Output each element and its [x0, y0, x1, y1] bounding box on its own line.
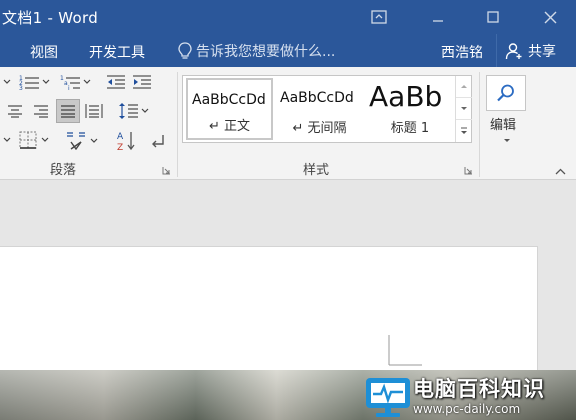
- style-sample: AaBbCcDd: [192, 92, 266, 108]
- paragraph-group-label: 段落: [50, 163, 77, 178]
- sort-az-icon: AZ: [117, 132, 135, 152]
- chinese-layout-icon: [67, 132, 98, 150]
- svg-text:i: i: [68, 85, 70, 90]
- style-sample: AaBbCcDd: [280, 90, 354, 106]
- close-button[interactable]: [528, 0, 572, 34]
- watermark-url: www.pc-daily.com: [413, 402, 521, 416]
- ribbon-display-options-button[interactable]: [357, 0, 401, 34]
- multilevel-list-icon: 1ai: [60, 75, 91, 90]
- share-label: 共享: [528, 43, 556, 60]
- justify-button[interactable]: [56, 99, 80, 123]
- shading-dropdown-arrow[interactable]: [0, 129, 14, 151]
- editing-label: 编辑: [490, 118, 517, 133]
- style-no-spacing[interactable]: AaBbCcDd ↵ 无间隔: [276, 78, 363, 140]
- user-name[interactable]: 西浩铭: [441, 42, 483, 62]
- center-align-button[interactable]: [4, 100, 26, 122]
- align-justify-icon: [61, 105, 75, 118]
- align-center-icon: [8, 105, 22, 118]
- group-divider: [177, 72, 178, 177]
- align-right-icon: [34, 105, 48, 118]
- lightbulb-icon: [178, 42, 192, 59]
- sort-button[interactable]: AZ: [114, 129, 138, 153]
- style-heading-1[interactable]: AaBb 标题 1: [366, 78, 454, 140]
- paragraph-settings-launcher-icon[interactable]: [162, 166, 171, 175]
- styles-scroll-buttons: [455, 76, 472, 142]
- person-add-icon: [505, 42, 522, 59]
- ribbon: 123 1ai AZ 段落 AaBbCcDd ↵ 正文 AaBbCcDd ↵ 无…: [0, 67, 576, 180]
- watermark-brand: 电脑百科知识: [413, 377, 545, 401]
- distributed-button[interactable]: [83, 100, 105, 122]
- distributed-align-icon: [85, 104, 103, 118]
- watermark-text: 电脑百科知识 www.pc-daily.com: [413, 377, 545, 416]
- svg-text:Z: Z: [117, 143, 123, 152]
- style-name: 标题 1: [390, 121, 430, 136]
- svg-text:A: A: [117, 132, 124, 142]
- style-sample: AaBb: [369, 80, 443, 113]
- minimize-button[interactable]: [416, 0, 460, 34]
- styles-group-label: 样式: [303, 163, 330, 178]
- borders-button[interactable]: [17, 129, 53, 151]
- group-divider: [479, 72, 480, 177]
- styles-scroll-down-button[interactable]: [456, 98, 472, 120]
- site-watermark: 电脑百科知识 www.pc-daily.com: [363, 374, 576, 420]
- share-button[interactable]: 共享: [496, 34, 576, 67]
- expand-gallery-icon: [461, 127, 467, 134]
- monitor-logo-icon: [363, 375, 413, 419]
- decrease-indent-icon: [107, 75, 125, 89]
- paragraph-mark-icon: [152, 135, 164, 148]
- tab-view[interactable]: 视图: [30, 42, 58, 62]
- maximize-button[interactable]: [471, 0, 515, 34]
- styles-pane-launcher-icon[interactable]: [464, 166, 473, 175]
- ribbon-display-icon: [371, 10, 387, 24]
- chevron-down-icon: [3, 79, 11, 84]
- maximize-icon: [487, 11, 499, 23]
- styles-scroll-up-button[interactable]: [456, 76, 472, 98]
- align-right-button[interactable]: [30, 100, 52, 122]
- style-name: ↵ 无间隔: [292, 121, 347, 136]
- sort-chinese-layout-button[interactable]: [64, 129, 100, 151]
- style-normal[interactable]: AaBbCcDd ↵ 正文: [186, 78, 273, 140]
- chevron-up-icon: [461, 85, 467, 88]
- line-spacing-button[interactable]: [116, 100, 152, 122]
- chevron-down-icon[interactable]: [503, 138, 511, 143]
- search-icon: [497, 84, 514, 102]
- show-marks-button[interactable]: [146, 129, 170, 153]
- minimize-icon: [433, 20, 443, 22]
- styles-gallery: AaBbCcDd ↵ 正文 AaBbCcDd ↵ 无间隔 AaBb 标题 1: [182, 75, 472, 143]
- increase-indent-button[interactable]: [130, 72, 154, 92]
- close-icon: [544, 11, 556, 23]
- chevron-down-icon: [3, 137, 11, 142]
- chevron-down-icon: [461, 107, 467, 110]
- ribbon-tab-bar: 视图 开发工具 告诉我您想要做什么... 西浩铭: [0, 34, 576, 67]
- editing-button[interactable]: [486, 75, 526, 111]
- tell-me-search[interactable]: 告诉我您想要做什么...: [178, 41, 335, 61]
- style-name: ↵ 正文: [208, 119, 251, 134]
- title-bar: 文档1 - Word: [0, 0, 576, 34]
- borders-icon: [19, 131, 49, 149]
- multilevel-list-button[interactable]: 1ai: [58, 72, 94, 92]
- styles-more-button[interactable]: [456, 120, 472, 142]
- window-title: 文档1 - Word: [2, 9, 99, 27]
- numbered-list-icon: 123: [19, 75, 50, 90]
- numbering-button[interactable]: 123: [17, 72, 53, 92]
- line-spacing-icon: [119, 103, 149, 119]
- tell-me-placeholder: 告诉我您想要做什么...: [196, 44, 336, 60]
- svg-text:3: 3: [19, 85, 23, 90]
- bullets-dropdown-arrow[interactable]: [0, 72, 14, 92]
- decrease-indent-button[interactable]: [104, 72, 128, 92]
- tab-developer[interactable]: 开发工具: [89, 42, 145, 62]
- collapse-ribbon-icon[interactable]: [555, 168, 566, 175]
- text-boundary-corner-mark: [388, 335, 422, 366]
- increase-indent-icon: [133, 75, 151, 89]
